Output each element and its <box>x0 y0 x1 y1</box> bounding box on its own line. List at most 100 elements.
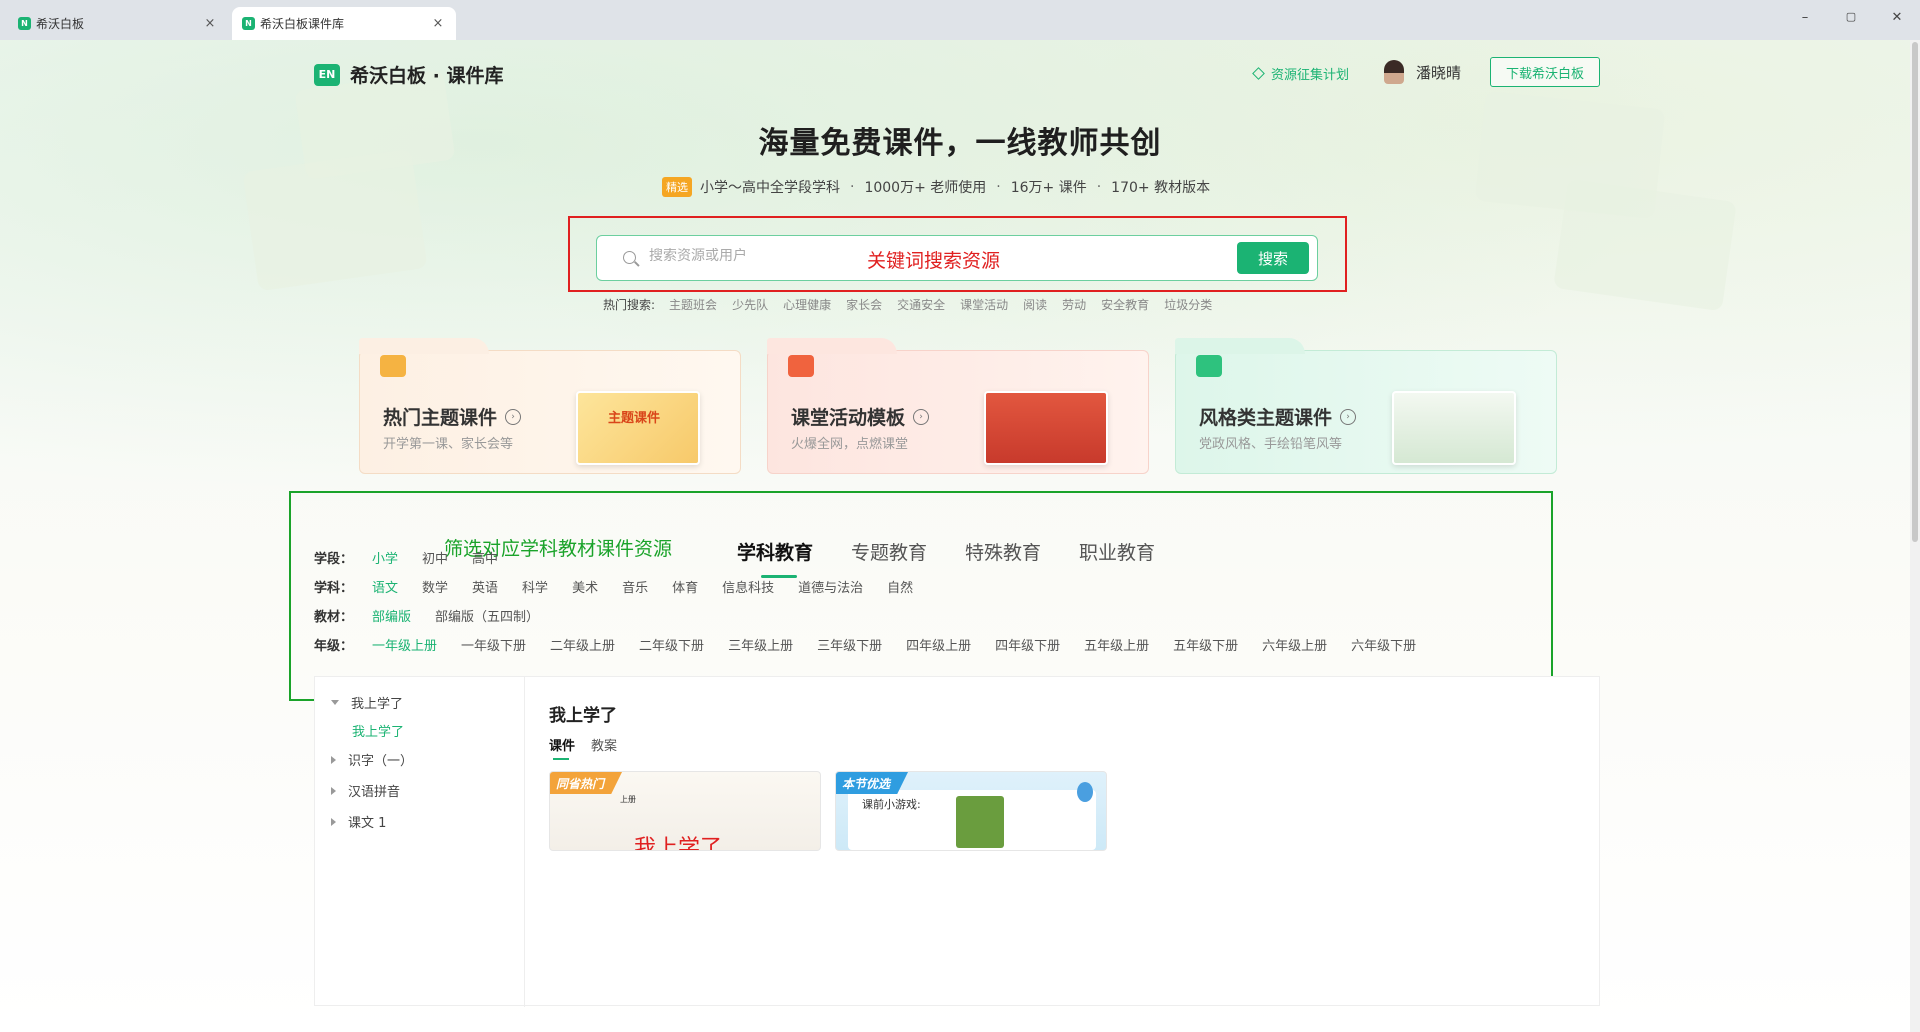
tab-special-education[interactable]: 特殊教育 <box>965 538 1041 565</box>
tab-subject-education[interactable]: 学科教育 <box>737 538 813 578</box>
hot-search-item[interactable]: 安全教育 <box>1101 296 1149 313</box>
filter-annotation-box <box>289 491 1553 701</box>
tab-close-icon[interactable]: × <box>202 16 218 31</box>
category-title: 热门主题课件 › <box>383 403 522 430</box>
category-card-activity-templates[interactable]: 课堂活动模板 › 火爆全网，点燃课堂 <box>767 338 1149 474</box>
browser-tab-courseware[interactable]: N 希沃白板课件库 × <box>232 7 456 40</box>
hot-searches: 热门搜索: 主题班会 少先队 心理健康 家长会 交通安全 课堂活动 阅读 劳动 … <box>603 296 1227 313</box>
restore-icon[interactable]: ▢ <box>1841 10 1861 23</box>
filter-option[interactable]: 数学 <box>422 577 448 596</box>
lesson-title: 我上学了 <box>549 706 617 726</box>
hot-search-item[interactable]: 课堂活动 <box>960 296 1008 313</box>
filter-row-grade: 年级： 一年级上册 一年级下册 二年级上册 二年级下册 三年级上册 三年级下册 … <box>314 635 1440 654</box>
filter-option[interactable]: 六年级上册 <box>1262 635 1327 654</box>
hero-title: 海量免费课件，一线教师共创 <box>758 126 1162 161</box>
tab-courseware[interactable]: 课件 <box>549 735 575 760</box>
filter-option[interactable]: 一年级上册 <box>372 635 437 654</box>
user-name: 潘晓晴 <box>1416 63 1462 82</box>
courseware-card[interactable]: 同省热门 上册 我上学了 <box>549 771 821 851</box>
card-tab-decoration <box>359 338 489 354</box>
education-type-tabs: 学科教育 专题教育 特殊教育 职业教育 <box>737 538 1193 578</box>
category-title: 风格类主题课件 › <box>1199 403 1357 430</box>
filter-option[interactable]: 四年级下册 <box>995 635 1060 654</box>
filter-option[interactable]: 三年级下册 <box>817 635 882 654</box>
filter-option[interactable]: 高中 <box>472 548 498 567</box>
decorative-slide <box>1553 178 1737 312</box>
hot-search-item[interactable]: 阅读 <box>1023 296 1047 313</box>
filter-row-textbook: 教材： 部编版 部编版（五四制） <box>314 606 563 625</box>
arrow-right-icon: › <box>505 408 522 425</box>
filter-option[interactable]: 六年级下册 <box>1351 635 1416 654</box>
filter-option[interactable]: 一年级下册 <box>461 635 526 654</box>
search-icon <box>623 251 636 264</box>
tree-item[interactable]: 我上学了 <box>331 693 403 712</box>
category-thumbnail <box>1392 391 1516 465</box>
filter-option[interactable]: 体育 <box>672 577 698 596</box>
tab-lesson-plan[interactable]: 教案 <box>591 735 617 754</box>
card-title-annotation: 我上学了 <box>634 836 723 851</box>
scrollbar-thumb[interactable] <box>1912 42 1918 542</box>
hot-search-item[interactable]: 主题班会 <box>669 296 717 313</box>
avatar <box>1384 60 1404 84</box>
filter-option[interactable]: 四年级上册 <box>906 635 971 654</box>
filter-option[interactable]: 五年级上册 <box>1084 635 1149 654</box>
hot-search-item[interactable]: 垃圾分类 <box>1164 296 1212 313</box>
category-desc: 开学第一课、家长会等 <box>383 437 514 452</box>
filter-option[interactable]: 部编版（五四制） <box>435 606 539 625</box>
tree-item-label: 汉语拼音 <box>348 785 401 800</box>
filter-option[interactable]: 信息科技 <box>722 577 774 596</box>
stat-separator: · <box>1096 179 1102 195</box>
site-logo[interactable]: EN 希沃白板 · 课件库 <box>314 61 503 88</box>
tree-item[interactable]: 识字（一） <box>331 750 413 769</box>
tab-close-icon[interactable]: × <box>430 16 446 31</box>
tab-topic-education[interactable]: 专题教育 <box>851 538 927 565</box>
filter-option[interactable]: 自然 <box>887 577 913 596</box>
resource-type-tabs: 课件 教案 <box>549 735 633 760</box>
filter-option[interactable]: 科学 <box>522 577 548 596</box>
card-tab-decoration <box>1175 338 1305 354</box>
category-thumbnail <box>984 391 1108 465</box>
filter-option[interactable]: 部编版 <box>372 606 411 625</box>
resource-plan-link[interactable]: 资源征集计划 <box>1252 64 1349 83</box>
filter-option[interactable]: 语文 <box>372 577 398 596</box>
tree-item[interactable]: 汉语拼音 <box>331 781 400 800</box>
filter-option[interactable]: 美术 <box>572 577 598 596</box>
hot-search-item[interactable]: 少先队 <box>732 296 768 313</box>
category-thumbnail: 主题课件 <box>576 391 700 465</box>
hero-stats: 精选 小学～高中全学段学科 · 1000万+ 老师使用 · 16万+ 课件 · … <box>662 177 1210 197</box>
category-card-style-themes[interactable]: 风格类主题课件 › 党政风格、手绘铅笔风等 <box>1175 338 1557 474</box>
download-button[interactable]: 下载希沃白板 <box>1490 57 1600 87</box>
filter-option[interactable]: 二年级下册 <box>639 635 704 654</box>
hot-search-item[interactable]: 交通安全 <box>897 296 945 313</box>
browser-tab-seewo[interactable]: N 希沃白板 × <box>8 7 228 40</box>
window-close-icon[interactable]: ✕ <box>1887 10 1907 25</box>
filter-option[interactable]: 三年级上册 <box>728 635 793 654</box>
tree-item-label: 识字（一） <box>348 754 414 769</box>
user-menu[interactable]: 潘晓晴 <box>1384 60 1461 84</box>
tree-subitem-active[interactable]: 我上学了 <box>352 721 404 740</box>
filter-option[interactable]: 英语 <box>472 577 498 596</box>
stat-item: 170+ 教材版本 <box>1111 180 1211 196</box>
filter-option[interactable]: 道德与法治 <box>798 577 863 596</box>
filter-option[interactable]: 初中 <box>422 548 448 567</box>
tree-item-label: 课文 1 <box>348 816 387 831</box>
category-title-text: 风格类主题课件 <box>1199 407 1333 429</box>
lesson-content-panel: 我上学了 我上学了 识字（一） 汉语拼音 课文 1 我上学了 课件 教案 同省热… <box>314 676 1600 1007</box>
filter-option[interactable]: 二年级上册 <box>550 635 615 654</box>
thumbnail-text: 主题课件 <box>608 411 661 426</box>
stat-separator: · <box>850 179 855 195</box>
filter-option[interactable]: 小学 <box>372 548 398 567</box>
search-button[interactable]: 搜索 <box>1237 242 1309 274</box>
hot-search-item[interactable]: 劳动 <box>1062 296 1086 313</box>
tree-item[interactable]: 课文 1 <box>331 812 386 831</box>
tree-item-label: 我上学了 <box>351 697 404 712</box>
search-input[interactable] <box>649 248 849 264</box>
category-card-hot-themes[interactable]: 热门主题课件 › 开学第一课、家长会等 主题课件 <box>359 338 741 474</box>
hot-search-item[interactable]: 家长会 <box>846 296 882 313</box>
minimize-icon[interactable]: – <box>1795 10 1815 25</box>
hot-search-item[interactable]: 心理健康 <box>783 296 831 313</box>
filter-option[interactable]: 五年级下册 <box>1173 635 1238 654</box>
filter-option[interactable]: 音乐 <box>622 577 648 596</box>
tab-vocational-education[interactable]: 职业教育 <box>1079 538 1155 565</box>
courseware-card[interactable]: 本节优选 课前小游戏: <box>835 771 1107 851</box>
